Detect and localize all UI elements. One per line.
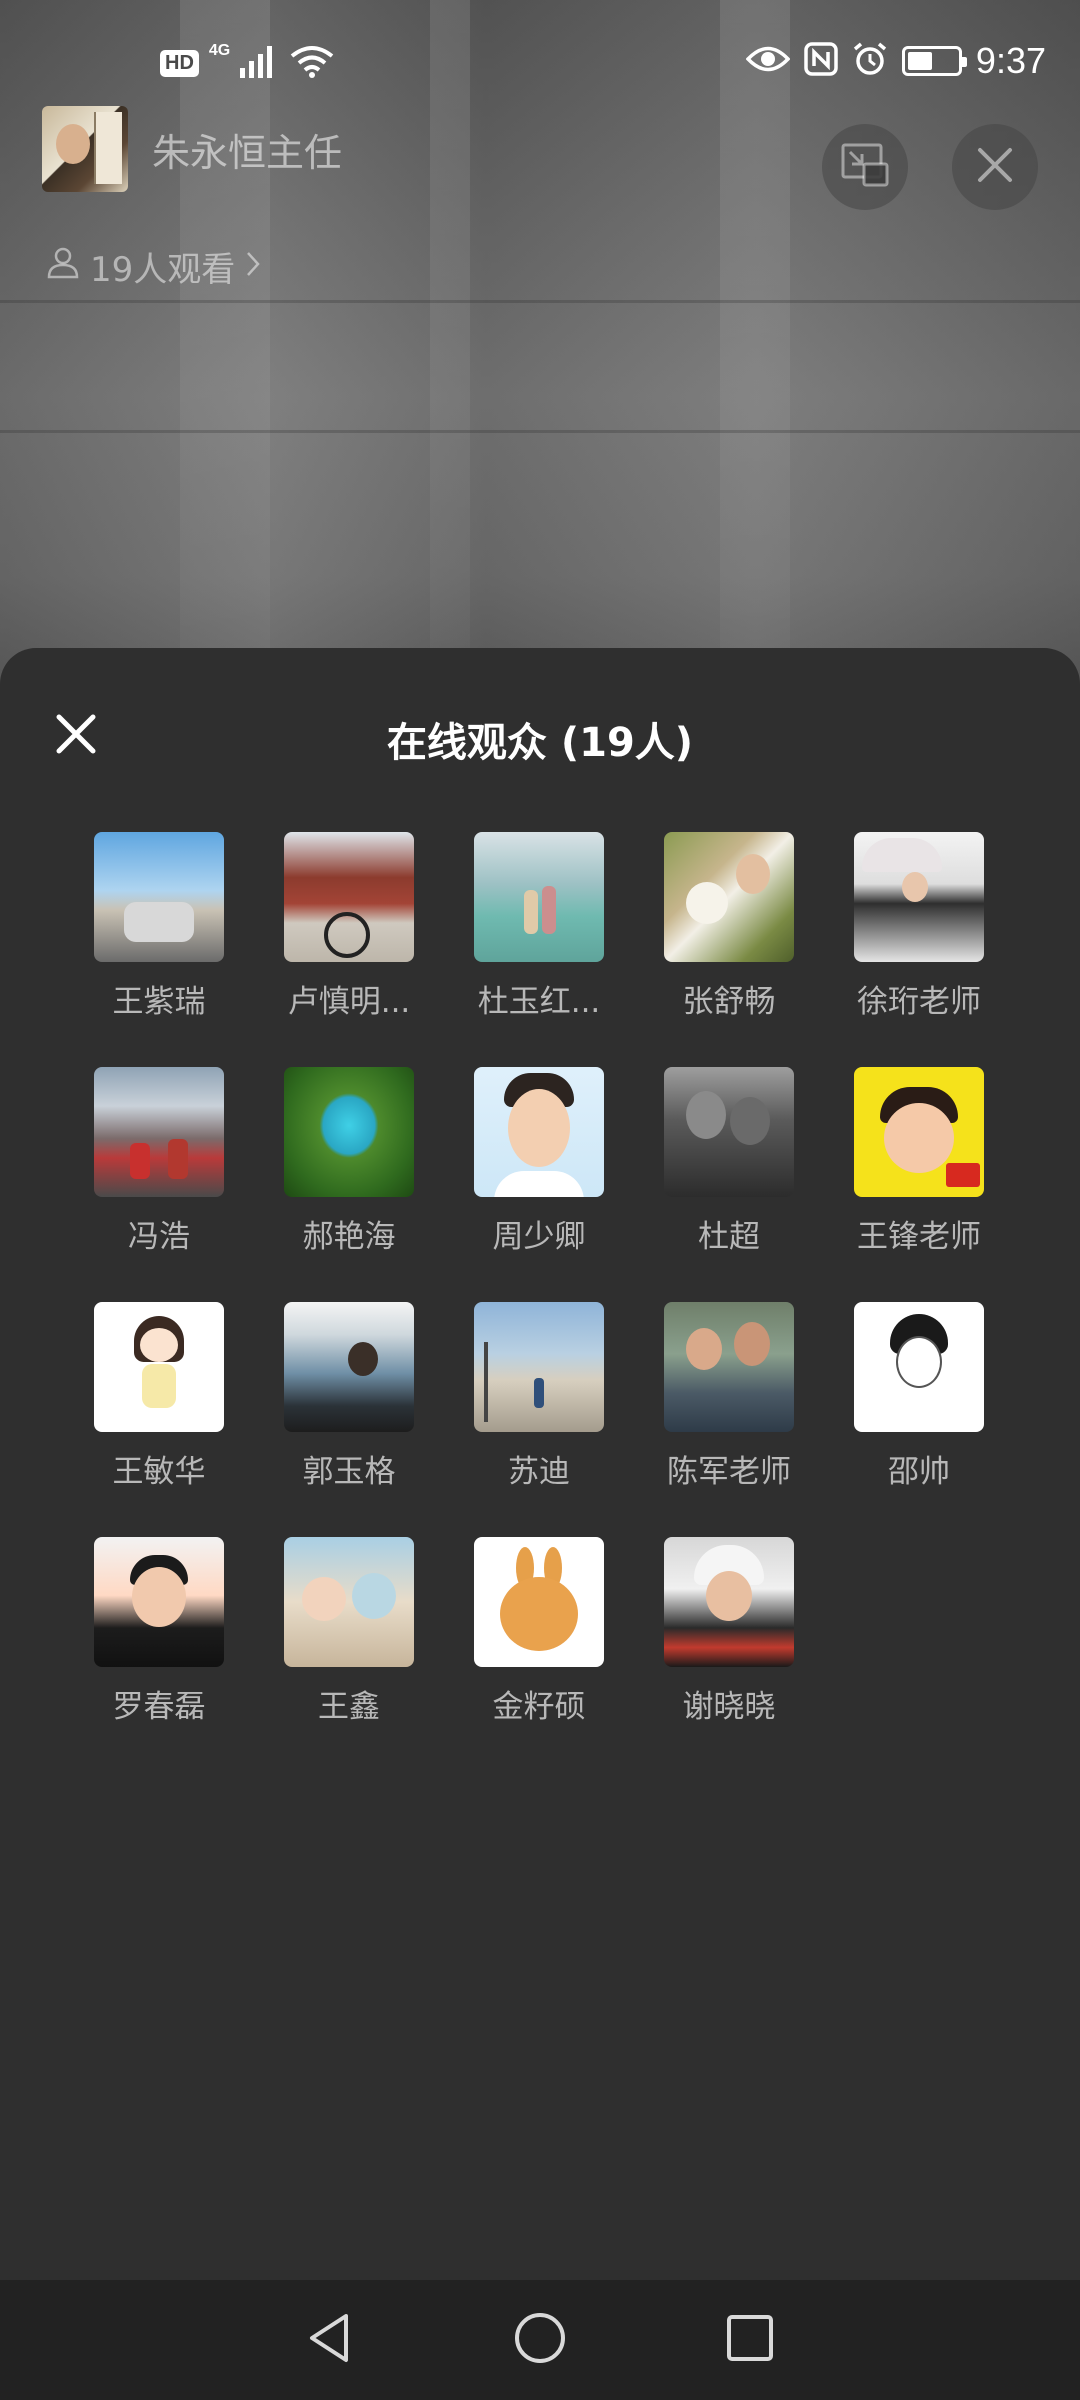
member-avatar[interactable] [94,1537,224,1667]
member-name: 金籽硕 [492,1689,586,1725]
viewers-count-button[interactable]: 19人观看 [46,242,261,291]
member-avatar[interactable] [284,1537,414,1667]
audience-member[interactable]: 陈军老师 [664,1302,794,1491]
audience-member[interactable]: 罗春磊 [94,1537,224,1726]
minimize-window-icon [840,142,890,192]
member-name: 张舒畅 [682,984,776,1020]
audience-member[interactable]: 周少卿 [474,1067,604,1256]
audience-member[interactable]: 王敏华 [94,1302,224,1491]
audience-member[interactable]: 郭玉格 [284,1302,414,1491]
audience-member[interactable]: 杜玉红... [474,832,604,1021]
member-avatar[interactable] [664,1537,794,1667]
host-avatar[interactable] [42,106,128,192]
member-avatar[interactable] [94,1067,224,1197]
audience-member[interactable]: 金籽硕 [474,1537,604,1726]
audience-member[interactable]: 杜超 [664,1067,794,1256]
signal-icon [240,44,280,82]
member-avatar[interactable] [474,832,604,962]
member-name: 冯浩 [128,1219,190,1255]
audience-member[interactable]: 王鑫 [284,1537,414,1726]
audience-grid: 王紫瑞 卢慎明... 杜玉红... 张舒畅 徐珩老师 冯浩 郝艳海 周少卿 杜超… [94,832,986,1726]
member-avatar[interactable] [854,832,984,962]
member-avatar[interactable] [94,832,224,962]
alarm-icon [852,41,888,81]
member-avatar[interactable] [474,1302,604,1432]
member-name: 徐珩老师 [857,984,981,1020]
member-name: 王鑫 [318,1689,380,1725]
close-live-button[interactable] [952,124,1038,210]
host-info[interactable]: 朱永恒主任 [42,106,342,192]
nfc-icon [804,42,838,80]
battery-icon [901,46,967,76]
member-name: 王锋老师 [857,1219,981,1255]
network-type-label: 4G [208,42,231,59]
member-avatar[interactable] [664,832,794,962]
nav-home-button[interactable] [510,2310,570,2370]
user-outline-icon [46,245,80,288]
member-name: 杜超 [698,1219,760,1255]
audience-member[interactable]: 邵帅 [854,1302,984,1491]
host-name[interactable]: 朱永恒主任 [152,122,342,177]
nav-recents-button[interactable] [720,2310,780,2370]
home-circle-icon [513,2311,567,2369]
close-icon [976,146,1014,188]
member-avatar[interactable] [854,1302,984,1432]
audience-member[interactable]: 张舒畅 [664,832,794,1021]
member-name: 罗春磊 [112,1689,206,1725]
member-name: 邵帅 [888,1454,950,1490]
sheet-title: 在线观众 (19人) [386,720,694,766]
minimize-window-button[interactable] [822,124,908,210]
clock: 9:37 [975,40,1046,81]
audience-member[interactable]: 徐珩老师 [854,832,984,1021]
hd-badge: HD [160,49,199,77]
nav-back-button[interactable] [300,2310,360,2370]
member-avatar[interactable] [94,1302,224,1432]
member-name: 王敏华 [112,1454,206,1490]
member-name: 苏迪 [508,1454,570,1490]
member-name: 郭玉格 [302,1454,396,1490]
member-avatar[interactable] [664,1067,794,1197]
member-name: 周少卿 [492,1219,586,1255]
recents-square-icon [725,2313,775,2367]
audience-member[interactable]: 王紫瑞 [94,832,224,1021]
wifi-icon [290,44,334,82]
member-name: 卢慎明... [287,984,411,1020]
audience-member[interactable]: 冯浩 [94,1067,224,1256]
member-name: 陈军老师 [667,1454,791,1490]
viewers-count-label: 19人观看 [90,250,236,290]
audience-member[interactable]: 苏迪 [474,1302,604,1491]
audience-member[interactable]: 谢晓晓 [664,1537,794,1726]
online-audience-sheet: 在线观众 (19人) 王紫瑞 卢慎明... 杜玉红... 张舒畅 徐珩老师 冯浩… [0,648,1080,2280]
member-avatar[interactable] [474,1537,604,1667]
member-avatar[interactable] [664,1302,794,1432]
member-avatar[interactable] [284,1302,414,1432]
chevron-right-icon [245,247,261,287]
member-name: 郝艳海 [302,1219,396,1255]
member-avatar[interactable] [854,1067,984,1197]
eye-icon [745,44,791,78]
audience-member[interactable]: 卢慎明... [284,832,414,1021]
audience-member[interactable]: 王锋老师 [854,1067,984,1256]
back-triangle-icon [306,2312,354,2368]
audience-member[interactable]: 郝艳海 [284,1067,414,1256]
member-name: 杜玉红... [477,984,601,1020]
member-avatar[interactable] [284,1067,414,1197]
member-avatar[interactable] [284,832,414,962]
member-name: 谢晓晓 [682,1689,776,1725]
member-name: 王紫瑞 [112,984,206,1020]
system-navigation-bar [0,2280,1080,2400]
member-avatar[interactable] [474,1067,604,1197]
